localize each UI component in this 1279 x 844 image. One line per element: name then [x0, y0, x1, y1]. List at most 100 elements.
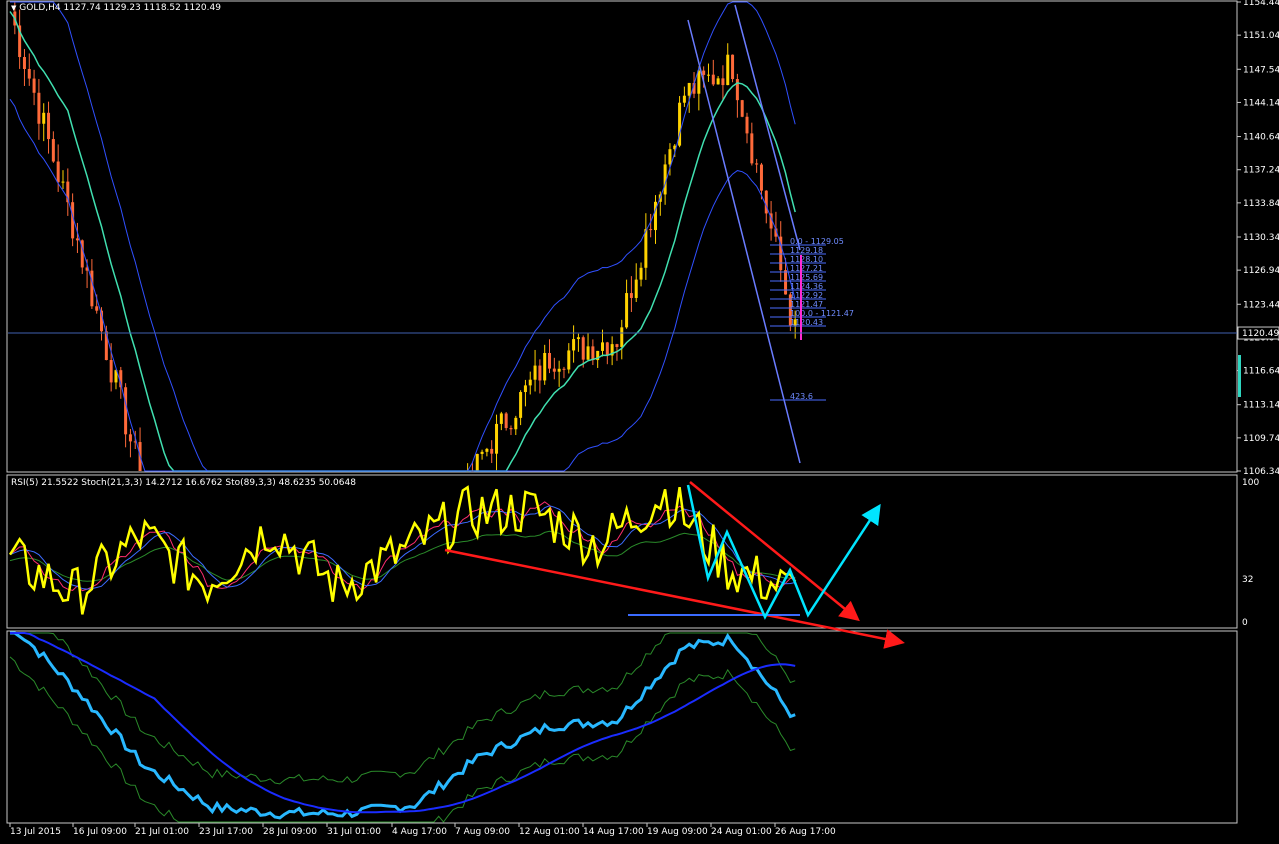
chart-symbol-header: ▼ GOLD,H4 1127.74 1129.23 1118.52 1120.4…	[11, 3, 221, 13]
candle-body	[625, 293, 629, 328]
candle-body	[745, 116, 749, 134]
candle-body	[721, 78, 725, 86]
moving-average-line	[9, 11, 796, 472]
price-axis: 1154.44 1151.04 1147.54 1144.14 1140.64 1137.…	[8, 0, 1279, 477]
osc-tick-label: 100	[1242, 478, 1259, 488]
candle-body	[711, 74, 715, 85]
time-tick-label: 21 Jul 01:00	[135, 827, 189, 837]
fib-level-label: 1129.18	[790, 246, 823, 255]
candle-body	[615, 344, 619, 348]
candle-body	[56, 161, 60, 183]
candle-body	[490, 448, 494, 454]
time-tick-label: 14 Aug 17:00	[583, 827, 644, 837]
fib-level-label: 1124.36	[790, 282, 823, 291]
price-tick-label: 1106.34	[1243, 467, 1279, 477]
price-tick-label: 1126.94	[1243, 266, 1279, 276]
chart-menu-arrow-icon[interactable]: ▼	[11, 4, 16, 12]
current-price-label: 1120.49	[1242, 329, 1279, 339]
candle-body	[22, 57, 26, 70]
fib-level-label: 100.0 - 1121.47	[790, 309, 854, 318]
candle-body	[109, 360, 113, 383]
candle-body	[605, 342, 609, 356]
lower-band-line	[9, 98, 796, 472]
price-candles	[13, 2, 797, 472]
candle-body	[706, 74, 710, 76]
price-tick-label: 1144.14	[1243, 98, 1279, 108]
candle-body	[682, 95, 686, 103]
candle-body	[533, 365, 537, 380]
candle-body	[552, 368, 556, 372]
candle-body	[37, 92, 41, 124]
candle-body	[567, 350, 571, 370]
candle-body	[523, 385, 527, 393]
candle-body	[697, 70, 701, 94]
fib-level-label: 1125.69	[790, 273, 823, 282]
price-tick-label: 1140.64	[1243, 133, 1279, 143]
candle-body	[538, 365, 542, 381]
oscillator-panel	[6, 474, 1238, 629]
trading-chart[interactable]: 0.0 - 1129.051129.181128.101127.211125.6…	[0, 0, 1279, 844]
candle-body	[124, 387, 128, 435]
candle-body	[572, 339, 576, 351]
candle-body	[601, 342, 604, 351]
osc-tick-label: 0	[1242, 618, 1248, 628]
candle-body	[75, 238, 79, 241]
candle-body	[562, 368, 566, 370]
candle-body	[750, 133, 754, 164]
candle-body	[543, 352, 547, 381]
price-tick-label: 1154.44	[1243, 0, 1279, 8]
indicator-header: RSI(5) 21.5522 Stoch(21,3,3) 14.2712 16.…	[11, 478, 356, 488]
candle-body	[726, 54, 730, 86]
candle-body	[644, 229, 648, 268]
price-tick-label: 1130.34	[1243, 233, 1279, 243]
candle-body	[514, 417, 518, 430]
candle-body	[576, 337, 580, 340]
fibonacci-levels: 0.0 - 1129.051129.181128.101127.211125.6…	[770, 237, 854, 401]
candle-body	[95, 306, 99, 311]
candle-body	[47, 112, 51, 140]
lower-indicator-lines	[9, 631, 796, 823]
candle-body	[27, 69, 31, 79]
candle-body	[485, 448, 489, 452]
time-tick-label: 23 Jul 17:00	[199, 827, 253, 837]
candle-body	[716, 78, 720, 85]
candle-body	[519, 392, 523, 418]
candle-body	[475, 453, 479, 471]
price-overlays	[9, 1, 801, 472]
symbol-ohlc-text: GOLD,H4 1127.74 1129.23 1118.52 1120.49	[19, 3, 221, 13]
candle-body	[499, 413, 503, 424]
time-tick-label: 16 Jul 09:00	[73, 827, 127, 837]
time-tick-label: 12 Aug 01:00	[519, 827, 580, 837]
fib-level-label: 1127.21	[790, 264, 823, 273]
candle-body	[764, 190, 768, 214]
candle-body	[634, 279, 638, 298]
time-tick-label: 19 Aug 09:00	[647, 827, 708, 837]
candle-body	[668, 149, 672, 165]
price-tick-label: 1113.14	[1243, 401, 1279, 411]
candle-body	[620, 327, 624, 348]
fib-level-label: 0.0 - 1129.05	[790, 237, 844, 246]
candle-body	[649, 229, 653, 231]
candle-body	[128, 434, 132, 442]
time-tick-label: 4 Aug 17:00	[392, 827, 447, 837]
candle-body	[581, 337, 585, 360]
lower-indicator-panel	[6, 630, 1238, 824]
price-tick-label: 1147.54	[1243, 65, 1279, 75]
candle-body	[591, 346, 595, 361]
lower-band-lower	[9, 656, 796, 823]
stoch-signal-line	[9, 505, 796, 590]
indicator-values-text: RSI(5) 21.5522 Stoch(21,3,3) 14.2712 16.…	[11, 478, 356, 488]
upper-band-line	[10, 1, 796, 472]
oscillator-axis: 100 32 0	[1242, 478, 1259, 628]
osc-tick-label: 32	[1242, 575, 1253, 585]
fib-level-label: 1122.92	[790, 291, 823, 300]
candle-body	[740, 100, 744, 117]
candle-body	[495, 423, 499, 454]
candle-body	[687, 82, 691, 96]
candle-body	[548, 352, 552, 369]
price-tick-label: 1137.24	[1243, 166, 1279, 176]
candle-body	[61, 181, 65, 183]
price-tick-label: 1151.04	[1243, 31, 1279, 41]
candle-body	[629, 293, 633, 298]
channel-line	[687, 19, 801, 464]
